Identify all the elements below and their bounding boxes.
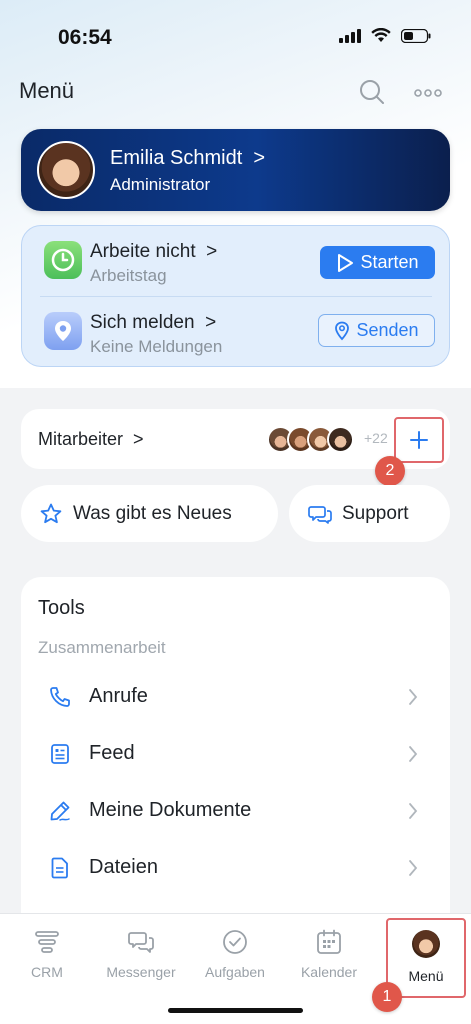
chevron-right-icon: >	[247, 147, 266, 169]
tab-label: Menü	[408, 968, 444, 984]
avatar	[327, 426, 354, 453]
battery-icon	[401, 28, 431, 43]
profile-role: Administrator	[110, 175, 211, 194]
signal-icon	[339, 28, 361, 43]
chat-icon	[308, 505, 332, 524]
play-icon	[338, 253, 354, 272]
chevron-right-icon	[409, 860, 418, 876]
tools-card: Tools Zusammenarbeit Anrufe Feed Meine D…	[21, 577, 450, 937]
support-button-label: Support	[342, 502, 409, 524]
tool-item-label: Meine Dokumente	[89, 799, 252, 821]
feed-icon	[51, 744, 69, 764]
news-button[interactable]: Was gibt es Neues	[21, 485, 278, 542]
support-button[interactable]: Support	[289, 485, 450, 542]
tool-item-files[interactable]: Dateien	[21, 842, 450, 899]
workday-title-text: Arbeite nicht	[90, 241, 196, 262]
chevron-right-icon: >	[199, 312, 217, 333]
step-badge-1: 1	[372, 982, 402, 1012]
messenger-icon	[128, 932, 154, 953]
profile-name: Emilia Schmidt >	[110, 147, 265, 170]
tab-label: Kalender	[300, 964, 358, 980]
staff-label-text: Mitarbeiter	[38, 429, 124, 449]
tab-label: CRM	[31, 964, 63, 980]
profile-name-text: Emilia Schmidt	[110, 147, 243, 169]
workday-subtitle: Arbeitstag	[90, 266, 167, 285]
file-icon	[51, 857, 68, 879]
home-indicator	[168, 1008, 303, 1013]
more-icon[interactable]	[414, 88, 442, 98]
location-pin-icon	[335, 321, 350, 340]
work-status-card: Arbeite nicht > Arbeitstag Starten Sich …	[21, 225, 450, 367]
tab-crm[interactable]: CRM	[0, 914, 94, 994]
chevron-right-icon: >	[200, 241, 218, 262]
staff-label: Mitarbeiter >	[38, 429, 144, 450]
search-icon[interactable]	[358, 78, 386, 106]
tools-section-title: Zusammenarbeit	[38, 638, 166, 657]
report-title-text: Sich melden	[90, 312, 195, 333]
report-title: Sich melden >	[90, 312, 216, 334]
chevron-right-icon	[409, 689, 418, 705]
avatar	[412, 930, 440, 958]
tab-calendar[interactable]: Kalender	[282, 914, 376, 994]
chevron-right-icon: >	[128, 429, 144, 449]
staff-more-count: +22	[364, 430, 388, 446]
send-button[interactable]: Senden	[318, 314, 435, 347]
phone-icon	[50, 687, 70, 707]
workday-row[interactable]: Arbeite nicht > Arbeitstag Starten	[22, 226, 451, 296]
workday-title: Arbeite nicht >	[90, 241, 217, 263]
tool-item-label: Dateien	[89, 856, 158, 878]
tool-item-feed[interactable]: Feed	[21, 728, 450, 785]
chevron-right-icon	[409, 803, 418, 819]
tab-label: Aufgaben	[205, 964, 265, 980]
plus-icon	[410, 431, 428, 449]
tool-item-label: Feed	[89, 742, 135, 764]
tool-item-calls[interactable]: Anrufe	[21, 671, 450, 728]
start-button-label: Starten	[360, 252, 419, 272]
add-staff-button[interactable]	[394, 417, 444, 463]
step-badge-2: 2	[375, 456, 405, 486]
tool-item-label: Anrufe	[89, 685, 148, 707]
tools-title: Tools	[38, 597, 85, 619]
status-time: 06:54	[58, 26, 112, 49]
check-icon	[223, 930, 247, 954]
chevron-right-icon	[409, 746, 418, 762]
wifi-icon	[371, 28, 391, 42]
calendar-icon	[317, 929, 341, 954]
pen-icon	[50, 801, 70, 821]
news-button-label: Was gibt es Neues	[73, 502, 232, 524]
profile-card[interactable]: Emilia Schmidt > Administrator	[21, 129, 450, 211]
report-row[interactable]: Sich melden > Keine Meldungen Senden	[22, 297, 451, 367]
tab-messenger[interactable]: Messenger	[94, 914, 188, 994]
start-button[interactable]: Starten	[320, 246, 435, 279]
status-bar: 06:54	[0, 0, 471, 76]
crm-icon	[35, 931, 59, 953]
clock-icon	[44, 241, 82, 279]
avatar	[37, 141, 95, 199]
tab-label: Messenger	[106, 964, 176, 980]
send-button-label: Senden	[356, 320, 419, 340]
report-subtitle: Keine Meldungen	[90, 337, 223, 356]
status-icons	[339, 28, 431, 43]
star-icon	[40, 503, 62, 523]
tool-item-documents[interactable]: Meine Dokumente	[21, 785, 450, 842]
staff-avatars	[267, 426, 354, 454]
tab-tasks[interactable]: Aufgaben	[188, 914, 282, 994]
page-title: Menü	[19, 78, 75, 103]
location-icon	[44, 312, 82, 350]
